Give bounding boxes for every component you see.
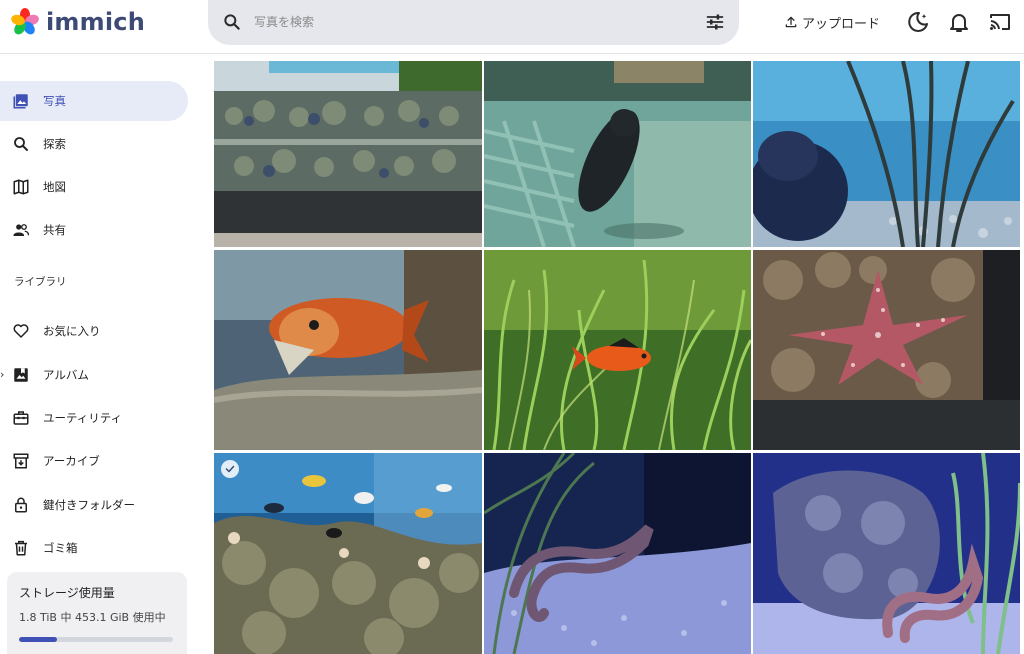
photo-thumbnail-red-fish[interactable] bbox=[484, 250, 751, 450]
dark-mode-icon[interactable] bbox=[906, 10, 930, 34]
storage-progress-bar bbox=[19, 637, 173, 642]
trash-icon bbox=[12, 539, 30, 557]
red-fish-image bbox=[484, 250, 751, 450]
photo-thumbnail-reef-tank[interactable] bbox=[214, 453, 482, 654]
upload-label: アップロード bbox=[802, 16, 881, 32]
arowana-image bbox=[214, 250, 482, 450]
reef-tank-image bbox=[214, 453, 482, 654]
photo-thumbnail-seahorse-sand[interactable] bbox=[484, 453, 751, 654]
search-bar[interactable] bbox=[208, 0, 739, 45]
sidebar-item-sharing[interactable]: 共有 bbox=[0, 210, 188, 250]
sidebar-item-map[interactable]: 地図 bbox=[0, 167, 188, 207]
sidebar-item-label: ユーティリティ bbox=[43, 411, 123, 425]
search-icon[interactable] bbox=[222, 12, 242, 32]
sidebar-item-locked-folder[interactable]: 鍵付きフォルダー bbox=[0, 485, 188, 525]
sidebar-item-utilities[interactable]: ユーティリティ bbox=[0, 398, 188, 438]
app-logo[interactable]: immich bbox=[10, 6, 145, 38]
storage-progress-fill bbox=[19, 637, 57, 642]
photo-thumbnail-starfish[interactable] bbox=[753, 250, 1020, 450]
upload-button[interactable]: アップロード bbox=[776, 8, 888, 36]
sidebar-item-label: ゴミ箱 bbox=[43, 541, 78, 555]
photo-thumbnail-anemone[interactable] bbox=[753, 61, 1020, 247]
seahorse-rock-image bbox=[753, 453, 1020, 654]
search-icon bbox=[12, 135, 30, 153]
immich-logo-icon bbox=[11, 8, 39, 35]
sidebar-item-photos[interactable]: 写真 bbox=[0, 81, 188, 121]
sidebar-item-explore[interactable]: 探索 bbox=[0, 124, 188, 164]
sidebar-item-label: アルバム bbox=[43, 368, 89, 382]
storage-panel: ストレージ使用量 1.8 TiB 中 453.1 GiB 使用中 bbox=[7, 572, 187, 654]
photos-icon bbox=[12, 92, 30, 110]
sidebar-item-label: 探索 bbox=[43, 137, 66, 151]
map-icon bbox=[12, 178, 30, 196]
starfish-image bbox=[753, 250, 1020, 450]
photo-thumbnail-seahorse-rock[interactable] bbox=[753, 453, 1020, 654]
sidebar-item-label: 鍵付きフォルダー bbox=[43, 498, 135, 512]
storage-usage: 1.8 TiB 中 453.1 GiB 使用中 bbox=[19, 611, 166, 624]
sidebar-item-albums[interactable]: アルバム bbox=[0, 355, 188, 395]
lock-icon bbox=[12, 496, 30, 514]
photo-thumbnail-arowana[interactable] bbox=[214, 250, 482, 450]
seahorse-sand-image bbox=[484, 453, 751, 654]
archive-icon bbox=[12, 452, 30, 470]
app-name: immich bbox=[46, 8, 145, 36]
upload-icon bbox=[785, 16, 797, 28]
anemone-image bbox=[753, 61, 1020, 247]
sidebar-item-label: お気に入り bbox=[43, 324, 101, 338]
heart-icon bbox=[12, 322, 30, 340]
sidebar-item-label: 共有 bbox=[43, 223, 66, 237]
photo-thumbnail-coral-tanks[interactable] bbox=[214, 61, 482, 247]
toolbox-icon bbox=[12, 409, 30, 427]
storage-title: ストレージ使用量 bbox=[19, 586, 115, 600]
coral-tanks-image bbox=[214, 61, 482, 247]
sidebar-item-label: 地図 bbox=[43, 180, 66, 194]
selected-check-icon[interactable] bbox=[221, 460, 239, 478]
bell-icon[interactable] bbox=[947, 10, 971, 34]
top-bar: immich アップロード bbox=[0, 0, 1024, 54]
album-icon bbox=[12, 366, 30, 384]
sidebar-item-trash[interactable]: ゴミ箱 bbox=[0, 528, 188, 568]
sidebar-item-label: アーカイブ bbox=[43, 454, 100, 468]
seal-image bbox=[484, 61, 751, 247]
sidebar-item-label: 写真 bbox=[43, 94, 66, 108]
photo-thumbnail-seal[interactable] bbox=[484, 61, 751, 247]
tune-icon[interactable] bbox=[705, 12, 725, 32]
sidebar-item-archive[interactable]: アーカイブ bbox=[0, 441, 188, 481]
cast-icon[interactable] bbox=[988, 10, 1012, 34]
search-input[interactable] bbox=[254, 10, 674, 34]
sharing-icon bbox=[12, 221, 30, 239]
sidebar: 写真 探索 地図 共有 ライブラリ お気に入り › アルバム ユーティリティ ア… bbox=[0, 55, 200, 654]
sidebar-item-favorites[interactable]: お気に入り bbox=[0, 311, 188, 351]
photo-grid bbox=[214, 61, 1020, 654]
library-heading: ライブラリ bbox=[14, 276, 67, 288]
